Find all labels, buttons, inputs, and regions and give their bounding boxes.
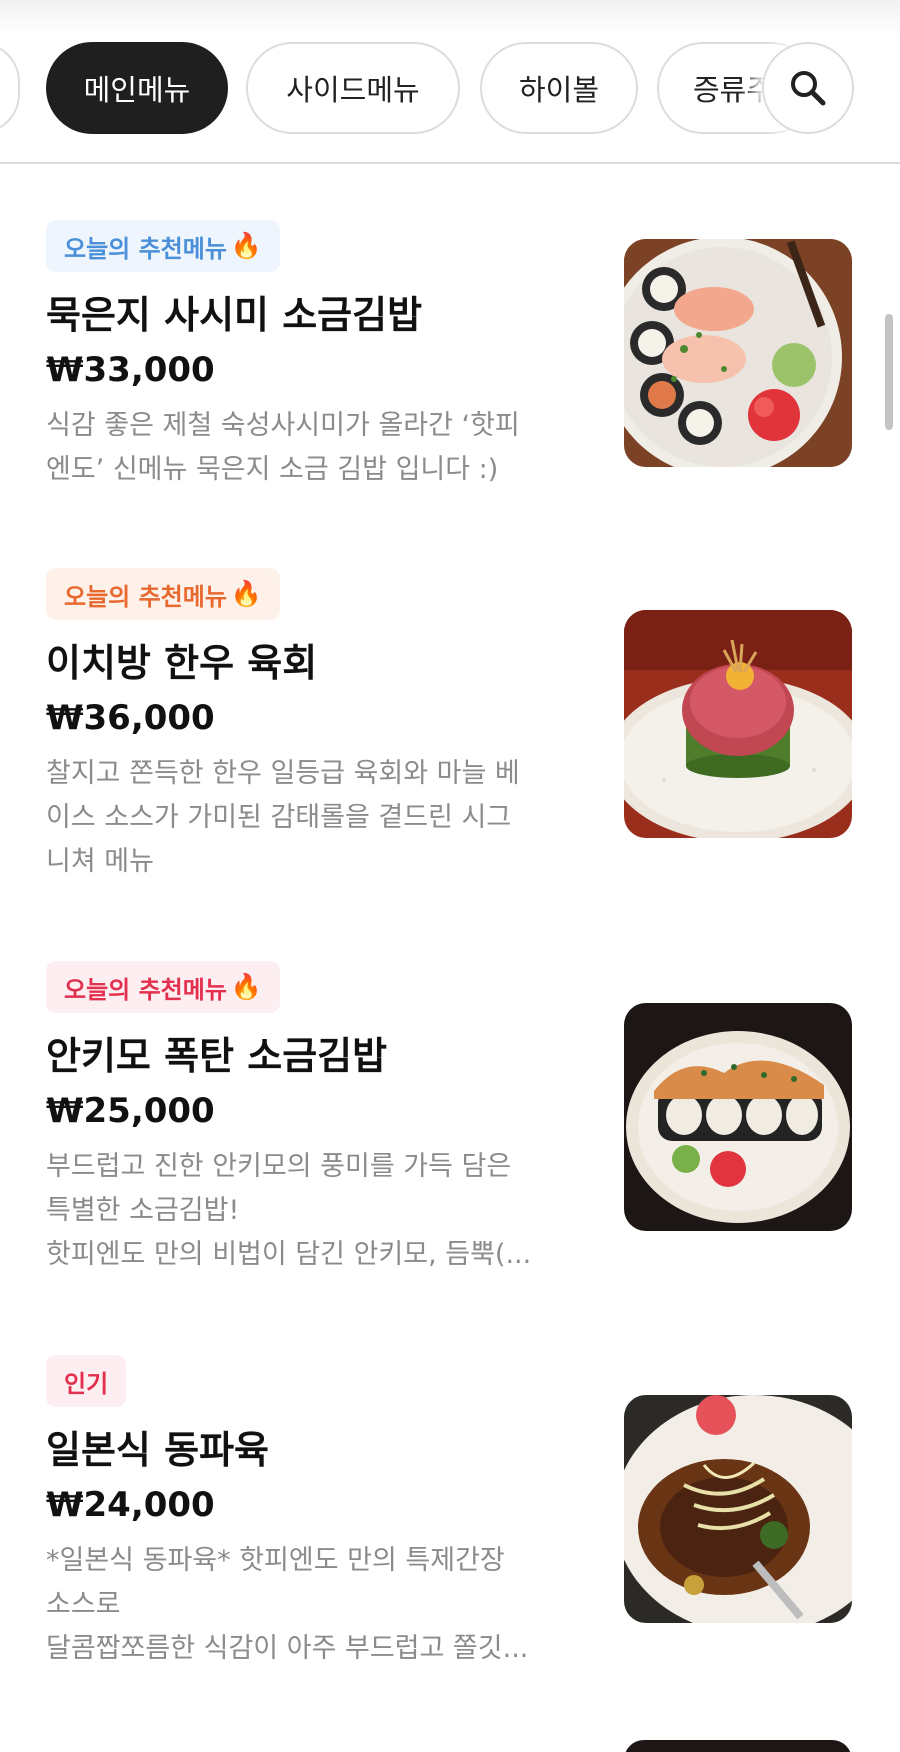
menu-item-name: 일본식 동파육 bbox=[46, 1428, 269, 1472]
category-tab-side[interactable]: 사이드메뉴 bbox=[246, 42, 460, 134]
fire-emoji: 🔥 bbox=[230, 579, 263, 608]
recommend-badge: 오늘의 추천메뉴 🔥 bbox=[46, 568, 281, 620]
menu-item-photo-sashimi-kimbap bbox=[624, 239, 852, 467]
category-tab-bar: 메인메뉴 사이드메뉴 하이볼 증류주 bbox=[0, 0, 900, 164]
search-icon bbox=[791, 71, 826, 106]
menu-item-photo-next bbox=[624, 1740, 852, 1752]
menu-item-photo-braised-pork bbox=[624, 1395, 852, 1623]
search-button[interactable] bbox=[762, 42, 854, 134]
scrollbar[interactable] bbox=[885, 314, 893, 430]
menu-item-description: 부드럽고 진한 안키모의 풍미를 가득 담은 특별한 소금김밥! 핫피엔도 만의… bbox=[46, 1151, 532, 1270]
menu-item-description: *일본식 동파육* 핫피엔도 만의 특제간장 소스로 달콤짭쪼름한 식감이 아주… bbox=[46, 1545, 529, 1664]
menu-item-name: 이치방 한우 육회 bbox=[46, 641, 318, 685]
header-divider bbox=[0, 162, 900, 164]
fire-emoji: 🔥 bbox=[230, 231, 263, 260]
menu-item-photo-monkfish-liver-kimbap bbox=[624, 1003, 852, 1231]
menu-item-description: 식감 좋은 제철 숙성사시미가 올라간 ‘핫피 엔도’ 신메뉴 묵은지 소금 김… bbox=[46, 410, 520, 485]
category-tab-label: 사이드메뉴 bbox=[286, 73, 420, 107]
category-tab-label: 하이볼 bbox=[518, 73, 600, 107]
menu-item-photo-beef-tartare bbox=[624, 610, 852, 838]
menu-item-description: 찰지고 쫀득한 한우 일등급 육회와 마늘 베 이스 소스가 가미된 감태롤을 … bbox=[46, 758, 520, 877]
menu-item-price: ₩24,000 bbox=[46, 1485, 215, 1525]
category-tab-label: 메인메뉴 bbox=[83, 73, 191, 107]
category-tab-previous[interactable] bbox=[0, 42, 20, 134]
category-tab-highball[interactable]: 하이볼 bbox=[480, 42, 638, 134]
recommend-badge: 오늘의 추천메뉴 🔥 bbox=[46, 220, 281, 272]
menu-item-price: ₩25,000 bbox=[46, 1091, 215, 1131]
fire-emoji: 🔥 bbox=[230, 972, 263, 1001]
popular-badge: 인기 bbox=[46, 1355, 127, 1407]
category-tab-main[interactable]: 메인메뉴 bbox=[46, 42, 228, 134]
menu-item-price: ₩33,000 bbox=[46, 350, 215, 390]
menu-item-name: 묵은지 사시미 소금김밥 bbox=[46, 293, 423, 337]
menu-item-name: 안키모 폭탄 소금김밥 bbox=[46, 1034, 388, 1078]
recommend-badge: 오늘의 추천메뉴 🔥 bbox=[46, 961, 281, 1013]
menu-item-price: ₩36,000 bbox=[46, 698, 215, 738]
